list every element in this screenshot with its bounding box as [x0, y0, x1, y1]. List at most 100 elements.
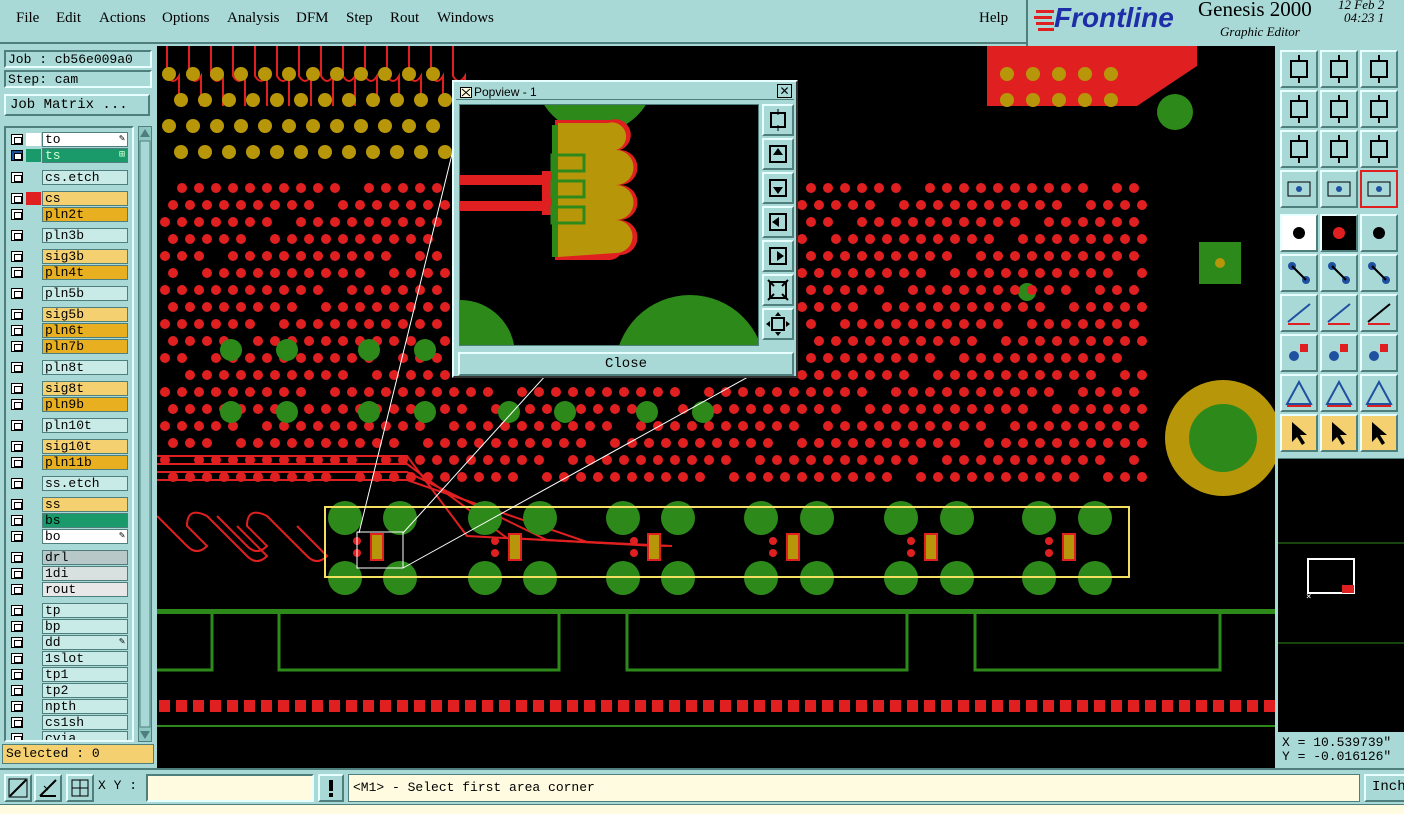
layer-name[interactable]: 1di: [42, 566, 128, 581]
triangle-fill-icon[interactable]: [1320, 374, 1358, 412]
layer-name[interactable]: bp: [42, 619, 128, 634]
layer-name[interactable]: dd ✎: [42, 635, 128, 650]
pan-right-icon[interactable]: [1320, 90, 1358, 128]
draw-slant-icon[interactable]: [1320, 294, 1358, 332]
pv-pan-right-icon[interactable]: [762, 240, 794, 272]
menu-step[interactable]: Step: [346, 10, 373, 27]
menu-windows[interactable]: Windows: [437, 10, 494, 27]
layer-name[interactable]: sig10t: [42, 439, 128, 454]
connect-pads-icon[interactable]: [1280, 254, 1318, 292]
layer-row-pln2t[interactable]: pln2t: [8, 207, 128, 222]
menu-analysis[interactable]: Analysis: [227, 10, 280, 27]
layer-row-pln7b[interactable]: pln7b: [8, 339, 128, 354]
layer-color-swatch[interactable]: [26, 340, 41, 353]
layer-checkbox[interactable]: [11, 457, 23, 468]
layer-checkbox[interactable]: [11, 383, 23, 394]
pv-pan-up-icon[interactable]: [762, 138, 794, 170]
layer-checkbox[interactable]: [11, 584, 23, 595]
menu-help[interactable]: Help: [979, 10, 1008, 27]
layer-checkbox[interactable]: [11, 309, 23, 320]
snap-off-icon[interactable]: [4, 774, 32, 802]
pv-pan-down-icon[interactable]: [762, 172, 794, 204]
layer-color-swatch[interactable]: [26, 583, 41, 596]
layer-row-1slot[interactable]: 1slot: [8, 651, 128, 666]
layer-name[interactable]: npth: [42, 699, 128, 714]
menu-dfm[interactable]: DFM: [296, 10, 329, 27]
pv-zoom-home-icon[interactable]: [762, 104, 794, 136]
layer-name[interactable]: pln6t: [42, 323, 128, 338]
layer-row-sig5b[interactable]: sig5b: [8, 307, 128, 322]
exclamation-icon[interactable]: [318, 774, 344, 802]
layer-checkbox[interactable]: [11, 499, 23, 510]
layer-checkbox[interactable]: [11, 685, 23, 696]
pointer-icon[interactable]: [1280, 414, 1318, 452]
layer-name[interactable]: ss.etch: [42, 476, 128, 491]
layer-row-cs[interactable]: cs: [8, 191, 128, 206]
layer-color-swatch[interactable]: [26, 419, 41, 432]
layer-color-swatch[interactable]: [26, 192, 41, 205]
layer-color-swatch[interactable]: [26, 732, 41, 740]
layer-name[interactable]: cs.etch: [42, 170, 128, 185]
layer-color-swatch[interactable]: [26, 308, 41, 321]
grid-snap-icon[interactable]: [66, 774, 94, 802]
layer-checkbox[interactable]: [11, 362, 23, 373]
menu-options[interactable]: Options: [162, 10, 210, 27]
menu-edit[interactable]: Edit: [56, 10, 81, 27]
layer-color-swatch[interactable]: [26, 530, 41, 543]
layer-row-pln11b[interactable]: pln11b: [8, 455, 128, 470]
layer-row-bp[interactable]: bp: [8, 619, 128, 634]
layer-checkbox[interactable]: [11, 605, 23, 616]
layer-row-dd[interactable]: dd ✎: [8, 635, 128, 650]
layer-checkbox[interactable]: [11, 441, 23, 452]
layer-name[interactable]: pln10t: [42, 418, 128, 433]
layer-checkbox[interactable]: [11, 717, 23, 728]
layer-row-drl[interactable]: drl: [8, 550, 128, 565]
layer-color-swatch[interactable]: [26, 398, 41, 411]
arc-icon[interactable]: [1360, 294, 1398, 332]
layer-checkbox[interactable]: [11, 621, 23, 632]
measure-icon[interactable]: [1280, 170, 1318, 208]
window-menu-icon[interactable]: [460, 87, 472, 98]
layer-checkbox[interactable]: [11, 267, 23, 278]
zoom-out-icon[interactable]: [1280, 130, 1318, 168]
line-add-icon[interactable]: [1360, 254, 1398, 292]
popview-close-button[interactable]: Close: [458, 352, 794, 376]
layer-color-swatch[interactable]: [26, 716, 41, 729]
layer-row-sig8t[interactable]: sig8t: [8, 381, 128, 396]
cut-line-icon[interactable]: [1320, 334, 1358, 372]
layer-color-swatch[interactable]: [26, 604, 41, 617]
layer-color-swatch[interactable]: [26, 636, 41, 649]
pan-left-icon[interactable]: [1280, 90, 1318, 128]
layer-color-swatch[interactable]: [26, 620, 41, 633]
layer-color-swatch[interactable]: [26, 208, 41, 221]
layer-name[interactable]: 1slot: [42, 651, 128, 666]
layer-checkbox[interactable]: [11, 653, 23, 664]
layer-row-pln6t[interactable]: pln6t: [8, 323, 128, 338]
layer-row-rout[interactable]: rout: [8, 582, 128, 597]
layer-row-npth[interactable]: npth: [8, 699, 128, 714]
layer-name[interactable]: cvia: [42, 731, 128, 740]
layer-color-swatch[interactable]: [26, 171, 41, 184]
layer-name[interactable]: pln3b: [42, 228, 128, 243]
layer-scrollbar[interactable]: [138, 126, 152, 742]
layer-checkbox[interactable]: [11, 420, 23, 431]
cross-icon[interactable]: [1320, 254, 1358, 292]
layer-color-swatch[interactable]: [26, 149, 41, 162]
layer-checkbox[interactable]: [11, 515, 23, 526]
layer-checkbox[interactable]: [11, 637, 23, 648]
layer-color-swatch[interactable]: [26, 287, 41, 300]
layer-row-sig10t[interactable]: sig10t: [8, 439, 128, 454]
draw-line-icon[interactable]: [1280, 294, 1318, 332]
layer-name[interactable]: pln8t: [42, 360, 128, 375]
layer-color-swatch[interactable]: [26, 477, 41, 490]
pv-pan-left-icon[interactable]: [762, 206, 794, 238]
layer-checkbox[interactable]: [11, 288, 23, 299]
layer-row-bs[interactable]: bs: [8, 513, 128, 528]
menu-file[interactable]: File: [16, 10, 39, 27]
layer-color-swatch[interactable]: [26, 229, 41, 242]
layer-row-pln10t[interactable]: pln10t: [8, 418, 128, 433]
layer-row-pln8t[interactable]: pln8t: [8, 360, 128, 375]
menu-actions[interactable]: Actions: [99, 10, 146, 27]
layer-name[interactable]: ss: [42, 497, 128, 512]
layer-color-swatch[interactable]: [26, 361, 41, 374]
